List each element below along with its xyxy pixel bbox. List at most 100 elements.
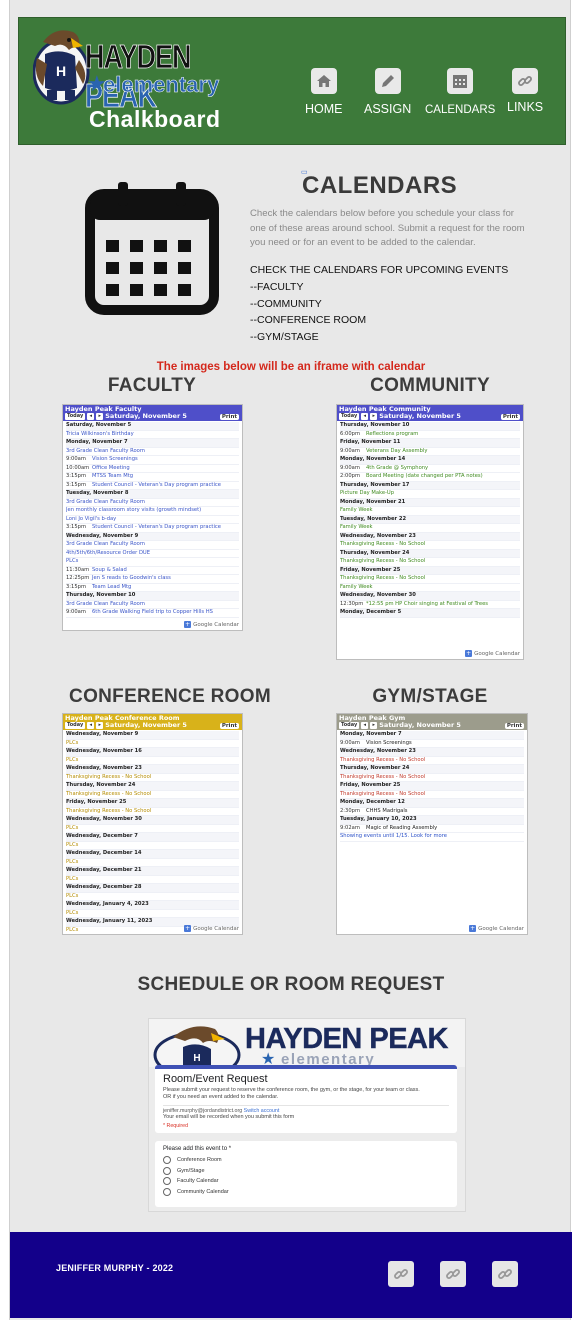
agenda-event[interactable]: PLCs	[66, 893, 239, 901]
agenda-event[interactable]: 6:00pm Reflections program	[340, 431, 520, 439]
next-arrow-icon[interactable]: ▸	[96, 722, 104, 729]
event-title: PLCs	[66, 909, 79, 916]
link-icon[interactable]	[492, 1261, 518, 1287]
today-button[interactable]: Today	[65, 413, 86, 420]
next-arrow-icon[interactable]: ▸	[370, 722, 378, 729]
next-arrow-icon[interactable]: ▸	[96, 413, 104, 420]
agenda-event[interactable]: 3rd Grade Clean Faculty Room	[66, 499, 239, 507]
nav-links[interactable]: LINKS	[507, 68, 543, 114]
agenda-event[interactable]: 2:00pm Board Meeting (date changed per PT…	[340, 473, 520, 482]
next-arrow-icon[interactable]: ▸	[370, 413, 378, 420]
prev-arrow-icon[interactable]: ◂	[87, 722, 95, 729]
agenda-event[interactable]: 3:15pm Team Lead Mtg	[66, 584, 239, 592]
event-title: PLCs	[66, 926, 79, 933]
radio-option[interactable]: Gym/Stage	[163, 1166, 449, 1177]
print-button[interactable]: Print	[219, 723, 239, 729]
agenda-event[interactable]: 3:15pm MTSS Team Mtg	[66, 473, 239, 482]
agenda-event[interactable]: PLCs	[66, 558, 239, 567]
faculty-calendar-embed[interactable]: Hayden Peak Faculty Today ◂ ▸ Saturday, Nove…	[62, 404, 243, 631]
agenda-event[interactable]: 2:30pm CHHS Madrigals	[340, 808, 524, 816]
agenda-event[interactable]: Loni Jo Vigil's b-day	[66, 516, 239, 524]
radio-circle[interactable]	[163, 1177, 171, 1186]
radio-option[interactable]: Community Calendar	[163, 1187, 449, 1198]
agenda-event[interactable]: 9:00am Vision Screenings	[340, 740, 524, 748]
conference-calendar-embed[interactable]: Hayden Peak Conference Room Today ◂ ▸ Saturd…	[62, 713, 243, 935]
radio-option[interactable]: Faculty Calendar	[163, 1176, 449, 1187]
agenda-event[interactable]: Family Week	[340, 507, 520, 516]
print-button[interactable]: Print	[219, 414, 239, 420]
agenda-event[interactable]: PLCs	[66, 825, 239, 833]
prev-arrow-icon[interactable]: ◂	[361, 413, 369, 420]
agenda-event[interactable]: Thanksgiving Recess - No School	[340, 575, 520, 584]
radio-circle[interactable]	[163, 1166, 171, 1175]
agenda-event[interactable]: Thanksgiving Recess - No School	[66, 791, 239, 799]
agenda-event[interactable]: 9:02am Magic of Reading Assembly	[340, 825, 524, 833]
agenda-event[interactable]: 3rd Grade Clean Faculty Room	[66, 448, 239, 456]
nav-assign[interactable]: ASSIGN	[364, 68, 411, 116]
nav-home[interactable]: HOME	[305, 68, 343, 116]
agenda-event[interactable]: 9:00am 6th Grade Walking Field trip to Co…	[66, 609, 239, 618]
prev-arrow-icon[interactable]: ◂	[361, 722, 369, 729]
agenda-event[interactable]: 9:00am Vision Screenings	[66, 456, 239, 465]
check-list: CHECK THE CALENDARS FOR UPCOMING EVENTS …	[250, 262, 508, 346]
agenda-event[interactable]: PLCs	[66, 757, 239, 765]
agenda-event[interactable]: Thanksgiving Recess - No School	[340, 774, 524, 782]
agenda-event[interactable]: 9:00am Veterans Day Assembly	[340, 448, 520, 456]
agenda-event[interactable]: 3:15pm Student Council - Veteran's Day pr…	[66, 524, 239, 533]
agenda-event[interactable]: 3:15pm Student Council - Veteran's Day pr…	[66, 482, 239, 490]
agenda-event[interactable]: Thanksgiving Recess - No School	[340, 558, 520, 567]
agenda-event[interactable]: Tricia Wilkinson's Birthday	[66, 431, 239, 439]
google-calendar-badge[interactable]: + Google Calendar	[184, 621, 239, 628]
agenda-event[interactable]: 11:30am Soup & Salad	[66, 567, 239, 575]
google-calendar-label: Google Calendar	[478, 925, 524, 932]
radio-circle[interactable]	[163, 1187, 171, 1196]
community-calendar-embed[interactable]: Hayden Peak Community Today ◂ ▸ Saturday, No…	[336, 404, 524, 660]
print-button[interactable]: Print	[504, 723, 524, 729]
event-title: 4th/5th/6th/Resource Order DUE	[66, 549, 151, 556]
agenda-event[interactable]: 3rd Grade Clean Faculty Room	[66, 601, 239, 609]
agenda-event[interactable]: Thanksgiving Recess - No School	[66, 808, 239, 816]
agenda-event[interactable]: Family Week	[340, 584, 520, 592]
agenda-event[interactable]: PLCs	[66, 842, 239, 850]
prev-arrow-icon[interactable]: ◂	[87, 413, 95, 420]
agenda-event[interactable]: 12:30pm *12:55 pm HP Choir singing at Fes…	[340, 601, 520, 609]
google-calendar-badge[interactable]: + Google Calendar	[184, 925, 239, 932]
agenda-event[interactable]: PLCs	[66, 909, 239, 918]
agenda-day-heading: Thursday, November 10	[66, 592, 239, 601]
link-icon[interactable]	[388, 1261, 414, 1287]
agenda-event[interactable]: PLCs	[66, 740, 239, 748]
radio-circle[interactable]	[163, 1156, 171, 1165]
agenda-event[interactable]: Family Week	[340, 524, 520, 533]
agenda-event[interactable]: Thanksgiving Recess - No School	[66, 774, 239, 782]
agenda-event[interactable]: Showing events until 1/15. Look for more	[340, 833, 524, 842]
agenda-event[interactable]: Thanksgiving Recess - No School	[340, 541, 520, 550]
today-button[interactable]: Today	[339, 413, 360, 420]
radio-label: Conference Room	[177, 1157, 222, 1164]
agenda-event[interactable]: PLCs	[66, 859, 239, 867]
calendar-date[interactable]: Saturday, November 5	[105, 413, 187, 420]
google-calendar-badge[interactable]: + Google Calendar	[465, 650, 520, 657]
agenda-event[interactable]: 9:00am 4th Grade @ Symphony	[340, 465, 520, 473]
nav-calendars[interactable]: CALENDARS	[425, 68, 495, 116]
radio-option[interactable]: Conference Room	[163, 1155, 449, 1166]
agenda-event[interactable]: 10:00am Office Meeting	[66, 465, 239, 473]
agenda-event[interactable]: Thanksgiving Recess - No School	[340, 791, 524, 799]
agenda-event[interactable]: 12:25pm Jen S reads to Goodwin's class	[66, 575, 239, 584]
print-button[interactable]: Print	[500, 414, 520, 420]
room-request-form-preview[interactable]: H HAYDEN PEAK ★ elementary Room/Event Re…	[148, 1018, 466, 1212]
google-calendar-badge[interactable]: + Google Calendar	[469, 925, 524, 932]
school-logo[interactable]: H HAYDEN PEAK ★ elementary Chalkboard	[33, 24, 233, 136]
link-icon[interactable]	[440, 1261, 466, 1287]
today-button[interactable]: Today	[339, 722, 360, 729]
agenda-event[interactable]: 3rd Grade Clean Faculty Room	[66, 541, 239, 550]
calendar-date[interactable]: Saturday, November 5	[379, 413, 461, 420]
calendar-date[interactable]: Saturday, November 5	[379, 722, 461, 729]
agenda-event[interactable]: Picture Day Make-Up	[340, 490, 520, 499]
today-button[interactable]: Today	[65, 722, 86, 729]
agenda-event[interactable]: Jen monthly classroom story visits (grow…	[66, 507, 239, 516]
gym-calendar-embed[interactable]: Hayden Peak Gym Today ◂ ▸ Saturday, November…	[336, 713, 528, 935]
agenda-event[interactable]: 4th/5th/6th/Resource Order DUE	[66, 549, 239, 558]
agenda-event[interactable]: Thanksgiving Recess - No School	[340, 757, 524, 765]
agenda-event[interactable]: PLCs	[66, 876, 239, 884]
calendar-date[interactable]: Saturday, November 5	[105, 722, 187, 729]
